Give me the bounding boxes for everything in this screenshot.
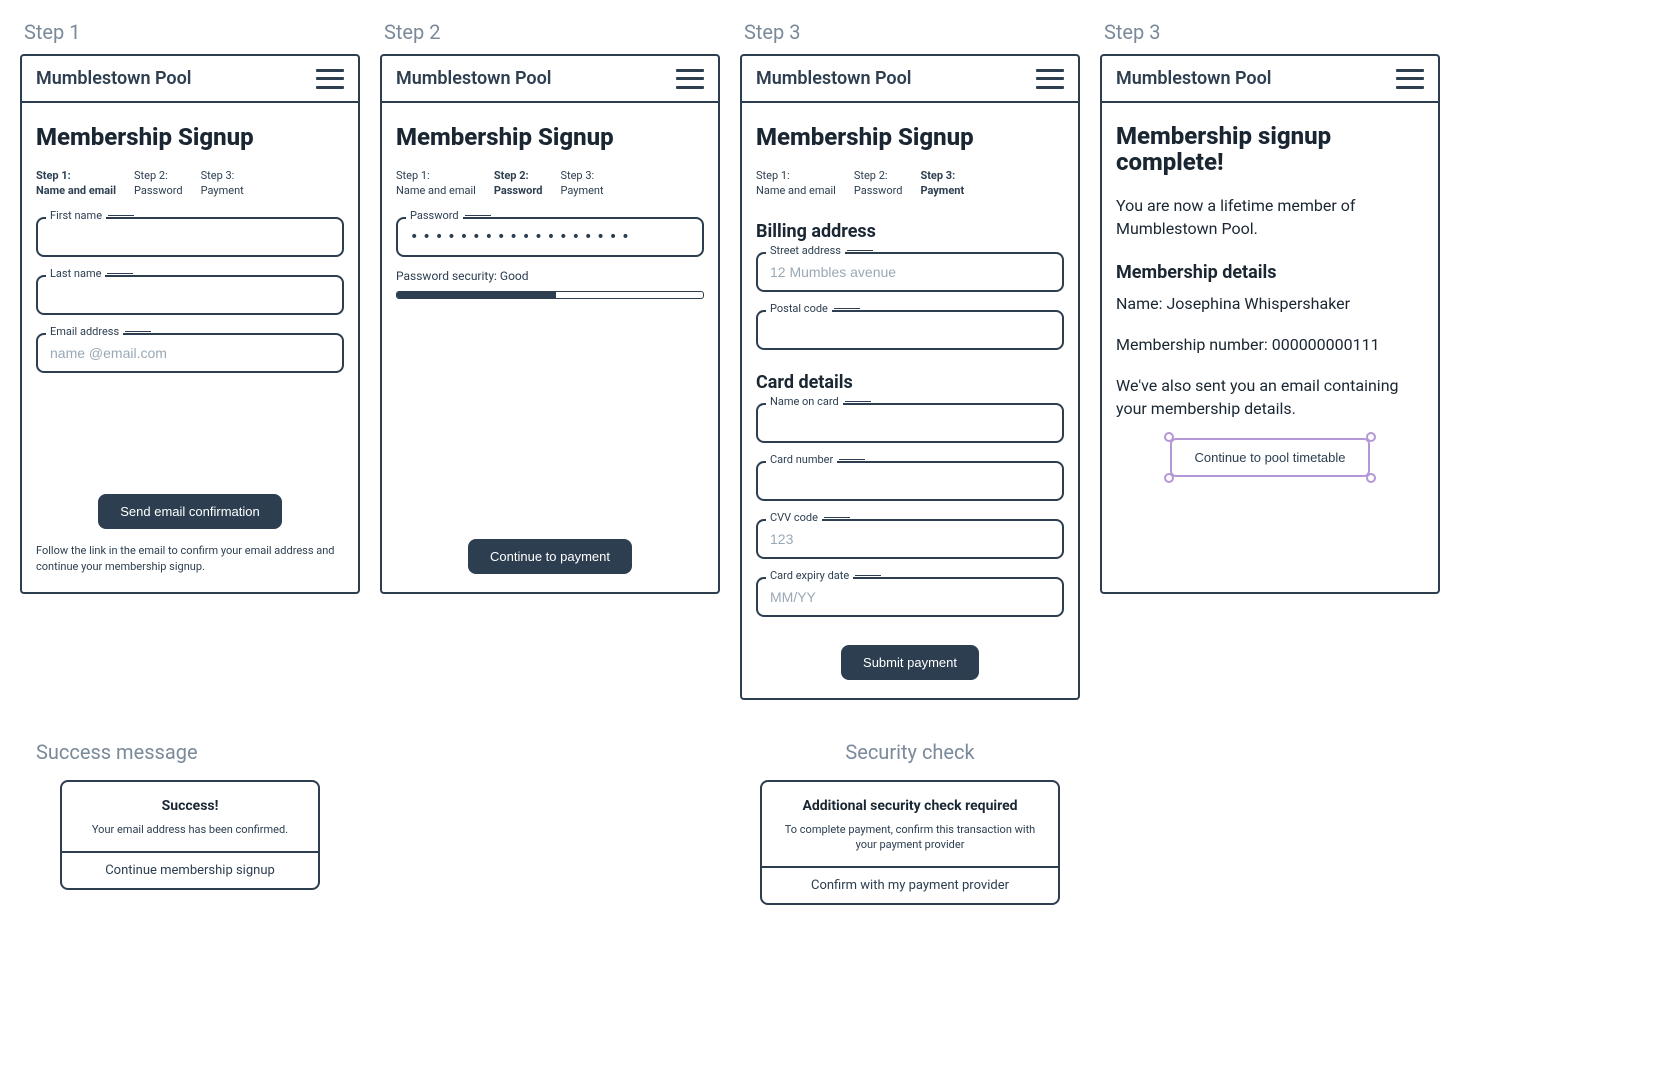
security-title: Additional security check required xyxy=(776,798,1044,814)
member-number: Membership number: 000000000111 xyxy=(1116,334,1424,356)
continue-to-timetable-button[interactable]: Continue to pool timetable xyxy=(1170,438,1369,477)
password-strength-fill xyxy=(397,292,556,298)
cvv-label: CVV code xyxy=(766,511,822,524)
phone-step3: Mumblestown Pool Membership Signup Step … xyxy=(740,54,1080,700)
topbar: Mumblestown Pool xyxy=(22,56,358,103)
app-title: Mumblestown Pool xyxy=(36,68,192,89)
page-title: Membership Signup xyxy=(36,123,344,151)
complete-intro: You are now a lifetime member of Mumbles… xyxy=(1116,194,1424,240)
topbar: Mumblestown Pool xyxy=(1102,56,1438,103)
last-name-input[interactable] xyxy=(36,275,344,315)
password-strength-bar xyxy=(396,291,704,299)
expiry-field: Card expiry date xyxy=(756,577,1064,617)
first-name-label: First name xyxy=(46,209,106,222)
app-title: Mumblestown Pool xyxy=(1116,68,1272,89)
security-text: To complete payment, confirm this transa… xyxy=(776,822,1044,853)
phone-step1: Mumblestown Pool Membership Signup Step … xyxy=(20,54,360,594)
hamburger-menu-icon[interactable] xyxy=(676,69,704,89)
stepper-step-2: Step 2:Password xyxy=(494,169,543,199)
card-number-label: Card number xyxy=(766,453,837,466)
expiry-label: Card expiry date xyxy=(766,569,853,582)
stepper-step-2: Step 2:Password xyxy=(854,169,903,199)
success-title: Success! xyxy=(76,798,304,814)
stepper: Step 1:Name and email Step 2:Password St… xyxy=(36,169,344,199)
hamburger-menu-icon[interactable] xyxy=(1036,69,1064,89)
cvv-input[interactable] xyxy=(756,519,1064,559)
phone-step2: Mumblestown Pool Membership Signup Step … xyxy=(380,54,720,594)
continue-to-payment-button[interactable]: Continue to payment xyxy=(468,539,632,574)
stepper-step-3: Step 3:Payment xyxy=(201,169,244,199)
success-message-dialog: Success! Your email address has been con… xyxy=(60,780,320,890)
app-title: Mumblestown Pool xyxy=(756,68,912,89)
name-on-card-label: Name on card xyxy=(766,395,843,408)
password-label: Password xyxy=(406,209,463,222)
stepper: Step 1:Name and email Step 2:Password St… xyxy=(396,169,704,199)
first-name-input[interactable] xyxy=(36,217,344,257)
topbar: Mumblestown Pool xyxy=(382,56,718,103)
confirm-with-provider-button[interactable]: Confirm with my payment provider xyxy=(762,866,1058,903)
helper-text: Follow the link in the email to confirm … xyxy=(36,543,344,574)
phone-complete: Mumblestown Pool Membership signup compl… xyxy=(1100,54,1440,594)
street-label: Street address xyxy=(766,244,845,257)
selection-handle-icon xyxy=(1366,432,1376,442)
email-label: Email address xyxy=(46,325,123,338)
wireframe-label-complete: Step 3 xyxy=(1104,20,1440,44)
selection-handle-icon xyxy=(1164,473,1174,483)
details-title: Membership details xyxy=(1116,262,1424,283)
wireframe-label-security: Security check xyxy=(845,740,974,764)
last-name-field: Last name xyxy=(36,275,344,315)
name-on-card-field: Name on card xyxy=(756,403,1064,443)
email-field: Email address xyxy=(36,333,344,373)
postal-label: Postal code xyxy=(766,302,832,315)
email-input[interactable] xyxy=(36,333,344,373)
password-strength-text: Password security: Good xyxy=(396,269,704,283)
app-title: Mumblestown Pool xyxy=(396,68,552,89)
cvv-field: CVV code xyxy=(756,519,1064,559)
last-name-label: Last name xyxy=(46,267,105,280)
stepper-step-1: Step 1:Name and email xyxy=(396,169,476,199)
submit-payment-button[interactable]: Submit payment xyxy=(841,645,979,680)
selection-handle-icon xyxy=(1366,473,1376,483)
wireframe-label-step1: Step 1 xyxy=(24,20,360,44)
send-email-confirmation-button[interactable]: Send email confirmation xyxy=(98,494,281,529)
complete-heading: Membership signup complete! xyxy=(1116,123,1424,176)
stepper-step-3: Step 3:Payment xyxy=(920,169,964,199)
member-name: Name: Josephina Whispershaker xyxy=(1116,293,1424,315)
hamburger-menu-icon[interactable] xyxy=(316,69,344,89)
billing-section-title: Billing address xyxy=(756,221,1064,242)
continue-signup-button[interactable]: Continue membership signup xyxy=(62,851,318,888)
security-check-dialog: Additional security check required To co… xyxy=(760,780,1060,906)
email-note: We've also sent you an email containing … xyxy=(1116,374,1424,420)
expiry-input[interactable] xyxy=(756,577,1064,617)
stepper-step-3: Step 3:Payment xyxy=(560,169,603,199)
password-field: Password xyxy=(396,217,704,257)
stepper: Step 1:Name and email Step 2:Password St… xyxy=(756,169,1064,199)
postal-field: Postal code xyxy=(756,310,1064,350)
first-name-field: First name xyxy=(36,217,344,257)
page-title: Membership Signup xyxy=(756,123,1064,151)
wireframe-label-success: Success message xyxy=(36,740,360,764)
street-field: Street address xyxy=(756,252,1064,292)
stepper-step-1: Step 1:Name and email xyxy=(36,169,116,199)
success-text: Your email address has been confirmed. xyxy=(76,822,304,837)
stepper-step-2: Step 2:Password xyxy=(134,169,183,199)
card-section-title: Card details xyxy=(756,372,1064,393)
card-number-input[interactable] xyxy=(756,461,1064,501)
stepper-step-1: Step 1:Name and email xyxy=(756,169,836,199)
wireframe-label-step3: Step 3 xyxy=(744,20,1080,44)
wireframe-label-step2: Step 2 xyxy=(384,20,720,44)
postal-input[interactable] xyxy=(756,310,1064,350)
password-input[interactable] xyxy=(396,217,704,257)
topbar: Mumblestown Pool xyxy=(742,56,1078,103)
page-title: Membership Signup xyxy=(396,123,704,151)
card-number-field: Card number xyxy=(756,461,1064,501)
hamburger-menu-icon[interactable] xyxy=(1396,69,1424,89)
name-on-card-input[interactable] xyxy=(756,403,1064,443)
street-input[interactable] xyxy=(756,252,1064,292)
